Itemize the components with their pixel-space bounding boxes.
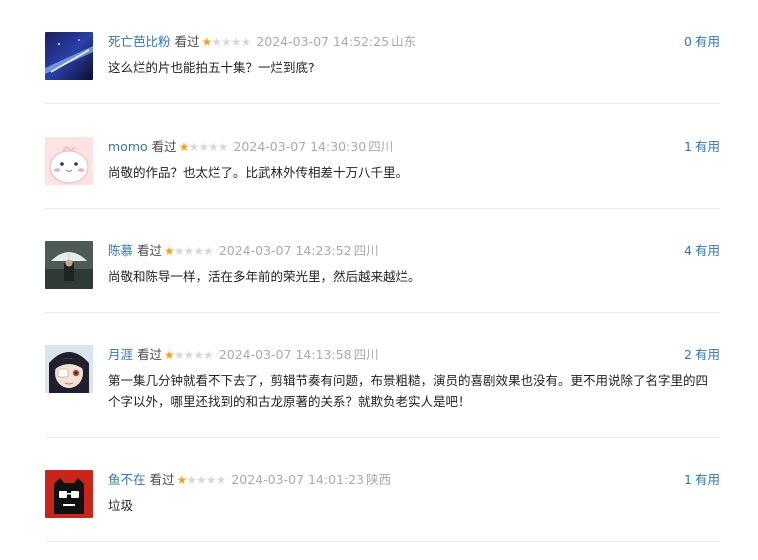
watch-status: 看过 (137, 243, 163, 258)
comment-time: 2024-03-07 14:30:30 (233, 139, 367, 154)
star-icon-empty: ★★★★ (173, 348, 214, 362)
vote-area: 1 有用 (684, 138, 720, 156)
useful-button[interactable]: 有用 (695, 139, 720, 154)
comment-meta: momo 看过 ★★★★★ 2024-03-07 14:30:30 四川 (108, 138, 720, 156)
useful-button[interactable]: 有用 (695, 243, 720, 258)
star-icon-empty: ★★★★ (173, 244, 214, 258)
comment-time: 2024-03-07 14:01:23 (231, 472, 365, 487)
avatar[interactable] (45, 241, 93, 289)
star-icon-empty: ★★★★ (211, 35, 251, 49)
vote-area: 2 有用 (684, 346, 720, 364)
comment-item: momo 看过 ★★★★★ 2024-03-07 14:30:30 四川 1 有用 尚敬的… (45, 104, 720, 209)
avatar[interactable] (45, 470, 93, 518)
vote-count: 2 (684, 347, 692, 362)
star-icon-filled: ★ (164, 244, 175, 258)
vote-count: 4 (684, 243, 692, 258)
vote-area: 1 有用 (684, 471, 720, 489)
vote-area: 0 有用 (684, 33, 720, 51)
comment-item: 陈慕 看过 ★★★★★ 2024-03-07 14:23:52 四川 4 有用 尚敬和陈导… (45, 209, 720, 313)
comment-meta: 陈慕 看过 ★★★★★ 2024-03-07 14:23:52 四川 (108, 242, 720, 260)
comment-item: 月涯 看过 ★★★★★ 2024-03-07 14:13:58 四川 2 有用 第一集几分… (45, 313, 720, 438)
comment-user-link[interactable]: 陈慕 (108, 243, 133, 258)
rating-stars: ★★★★★ (164, 346, 214, 364)
comment-time: 2024-03-07 14:13:58 (218, 347, 352, 362)
comment-user-link[interactable]: momo (108, 139, 148, 154)
star-icon-filled: ★ (178, 140, 190, 154)
star-icon-empty: ★★★★ (188, 140, 228, 154)
comment-meta: 月涯 看过 ★★★★★ 2024-03-07 14:13:58 四川 (108, 346, 720, 364)
star-icon-filled: ★ (201, 35, 213, 49)
star-icon-empty: ★★★★ (186, 473, 226, 487)
comment-user-link[interactable]: 死亡芭比粉 (108, 34, 171, 49)
avatar[interactable] (45, 345, 93, 393)
comment-text: 尚敬和陈导一样，活在多年前的荣光里，然后越来越烂。 (108, 269, 421, 284)
comment-user-link[interactable]: 月涯 (108, 347, 133, 362)
star-icon-filled: ★ (176, 473, 188, 487)
useful-button[interactable]: 有用 (695, 472, 720, 487)
comment-location: 四川 (353, 347, 379, 362)
comment-meta: 鱼不在 看过 ★★★★★ 2024-03-07 14:01:23 陕西 (108, 471, 720, 489)
comment-text: 这么烂的片也能拍五十集？一烂到底? (108, 60, 315, 75)
comment-time: 2024-03-07 14:23:52 (218, 243, 352, 258)
comment-user-link[interactable]: 鱼不在 (108, 472, 146, 487)
comment-time: 2024-03-07 14:52:25 (256, 34, 390, 49)
comment-location: 山东 (391, 34, 417, 49)
watch-status: 看过 (151, 139, 177, 154)
avatar[interactable] (45, 32, 93, 80)
vote-area: 4 有用 (684, 242, 720, 260)
comment-meta: 死亡芭比粉 看过 ★★★★★ 2024-03-07 14:52:25 山东 (108, 33, 720, 51)
comment-location: 陕西 (366, 472, 392, 487)
comment-location: 四川 (368, 139, 394, 154)
comment-location: 四川 (353, 243, 379, 258)
watch-status: 看过 (149, 472, 175, 487)
vote-count: 1 (684, 139, 692, 154)
vote-count: 1 (684, 472, 692, 487)
comment-text: 垃圾 (108, 498, 134, 513)
vote-count: 0 (684, 34, 692, 49)
useful-button[interactable]: 有用 (695, 347, 720, 362)
watch-status: 看过 (174, 34, 200, 49)
rating-stars: ★★★★★ (176, 471, 227, 489)
comment-item: 死亡芭比粉 看过 ★★★★★ 2024-03-07 14:52:25 山东 0 有用 这么… (45, 0, 720, 104)
star-icon-filled: ★ (164, 348, 175, 362)
rating-stars: ★★★★★ (164, 242, 214, 260)
avatar[interactable] (45, 137, 93, 185)
comment-item: 鱼不在 看过 ★★★★★ 2024-03-07 14:01:23 陕西 1 有用 垃圾 (45, 438, 720, 542)
rating-stars: ★★★★★ (201, 33, 252, 51)
comment-text: 第一集几分钟就看不下去了，剪辑节奏有问题，布景粗糙，演员的喜剧效果也没有。更不用… (108, 373, 709, 409)
watch-status: 看过 (137, 347, 163, 362)
comment-text: 尚敬的作品？也太烂了。比武林外传相差十万八千里。 (108, 165, 409, 180)
rating-stars: ★★★★★ (178, 138, 229, 156)
useful-button[interactable]: 有用 (695, 34, 720, 49)
